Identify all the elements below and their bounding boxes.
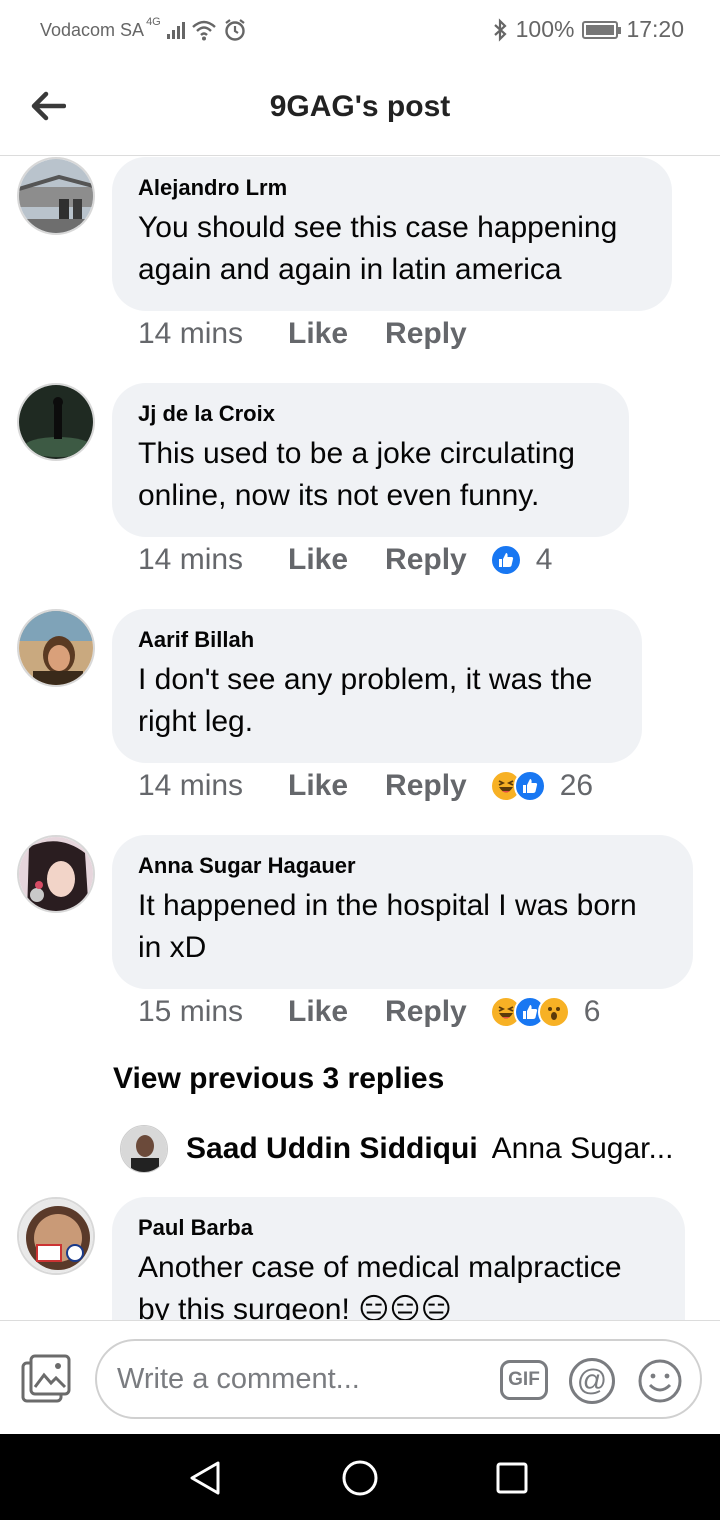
reaction-summary[interactable]: 6	[489, 995, 601, 1029]
view-previous-replies-link[interactable]: View previous 3 replies	[113, 1062, 444, 1096]
comment-bubble[interactable]: Alejandro Lrm You should see this case h…	[112, 157, 672, 311]
comment-actions: 14 mins Like Reply	[138, 317, 504, 351]
status-right: 100% 17:20	[492, 16, 684, 43]
comment-bubble[interactable]: Jj de la Croix This used to be a joke ci…	[112, 383, 629, 537]
post-header: 9GAG's post	[0, 62, 720, 156]
carrier-label: Vodacom SA	[40, 19, 145, 40]
wow-reaction-icon	[537, 996, 570, 1028]
comment-line: You should see this case happening	[138, 211, 618, 244]
square-recents-icon	[496, 1462, 528, 1494]
comment-actions: 15 mins Like Reply 6	[138, 995, 600, 1029]
like-button[interactable]: Like	[288, 317, 348, 351]
like-button[interactable]: Like	[288, 543, 348, 577]
comment-line: It happened in the hospital I was born	[138, 889, 637, 922]
comment-text: I don't see any problem, it was the righ…	[138, 659, 616, 743]
comment-composer: GIF @	[0, 1320, 720, 1434]
page-title: 9GAG's post	[269, 90, 451, 123]
comment-author[interactable]: Aarif Billah	[138, 627, 616, 653]
comment-actions: 14 mins Like Reply 26	[138, 769, 593, 803]
like-reaction-icon	[489, 544, 522, 576]
comment-text: This used to be a joke circulating onlin…	[138, 433, 603, 517]
comment-bubble[interactable]: Anna Sugar Hagauer It happened in the ho…	[112, 835, 693, 989]
comment-time: 14 mins	[138, 543, 244, 576]
reaction-count: 6	[583, 995, 601, 1028]
reply-button[interactable]: Reply	[385, 543, 467, 577]
emoji-button[interactable]	[637, 1358, 683, 1404]
comment-input[interactable]	[117, 1359, 497, 1399]
battery-percent: 100%	[515, 16, 575, 42]
avatar[interactable]	[17, 157, 95, 235]
avatar[interactable]	[17, 383, 95, 461]
comment-line: in xD	[138, 931, 207, 964]
comment-time: 15 mins	[138, 995, 244, 1028]
comment-line: again and again in latin america	[138, 253, 562, 286]
circle-home-icon	[342, 1460, 378, 1496]
comment-text: You should see this case happening again…	[138, 207, 646, 291]
comment-time: 14 mins	[138, 317, 244, 350]
like-reaction-icon	[513, 770, 546, 802]
comment-text: It happened in the hospital I was born i…	[138, 885, 667, 969]
comment-line: right leg.	[138, 705, 254, 738]
comments-feed[interactable]: Alejandro Lrm You should see this case h…	[0, 157, 720, 1320]
smiley-icon	[638, 1359, 682, 1403]
gif-button[interactable]: GIF	[500, 1360, 548, 1400]
comment-line: by this surgeon! 😑😑😑	[138, 1293, 452, 1320]
battery-level	[586, 24, 615, 35]
reaction-count: 26	[559, 769, 594, 802]
photo-button[interactable]	[20, 1353, 72, 1405]
alarm-icon	[225, 19, 245, 41]
comment-line: Another case of medical malpractice	[138, 1251, 622, 1284]
battery-icon	[582, 20, 622, 39]
network-type: 4G	[146, 16, 161, 28]
comment-text: Another case of medical malpractice by t…	[138, 1247, 659, 1320]
reaction-summary[interactable]: 4	[489, 543, 553, 577]
nav-recents-button[interactable]	[490, 1456, 534, 1500]
reaction-summary[interactable]: 26	[489, 769, 594, 803]
comment-author[interactable]: Paul Barba	[138, 1215, 659, 1241]
comment-author[interactable]: Anna Sugar Hagauer	[138, 853, 667, 879]
like-button[interactable]: Like	[288, 769, 348, 803]
system-nav-bar	[0, 1434, 720, 1520]
comment-actions: 14 mins Like Reply 4	[138, 543, 552, 577]
comment-author[interactable]: Alejandro Lrm	[138, 175, 646, 201]
like-button[interactable]: Like	[288, 995, 348, 1029]
mention-button[interactable]: @	[569, 1358, 615, 1404]
status-left: Vodacom SA 4G	[40, 16, 247, 42]
comment-bubble[interactable]: Aarif Billah I don't see any problem, it…	[112, 609, 642, 763]
nav-home-button[interactable]	[338, 1456, 382, 1500]
avatar[interactable]	[17, 835, 95, 913]
comment-line: This used to be a joke circulating	[138, 437, 575, 470]
comment-line: I don't see any problem, it was the	[138, 663, 593, 696]
reply-preview[interactable]: Saad Uddin Siddiqui Anna Sugar...	[120, 1125, 680, 1173]
triangle-back-icon	[190, 1461, 220, 1495]
photo-gallery-icon	[21, 1354, 71, 1403]
comment-time: 14 mins	[138, 769, 244, 802]
bluetooth-icon	[493, 17, 507, 42]
clock: 17:20	[626, 16, 684, 42]
reply-snippet: Anna Sugar...	[491, 1132, 674, 1165]
reaction-count: 4	[535, 543, 553, 576]
comment-bubble[interactable]: Paul Barba Another case of medical malpr…	[112, 1197, 685, 1320]
comment-input-container[interactable]: GIF @	[95, 1339, 702, 1419]
avatar[interactable]	[17, 1197, 95, 1275]
signal-icon	[166, 21, 185, 39]
status-bar: Vodacom SA 4G 100% 17:20	[0, 0, 720, 62]
comment-line: online, now its not even funny.	[138, 479, 540, 512]
comment-author[interactable]: Jj de la Croix	[138, 401, 603, 427]
reply-button[interactable]: Reply	[385, 769, 467, 803]
avatar[interactable]	[17, 609, 95, 687]
wifi-icon	[191, 20, 216, 41]
reply-button[interactable]: Reply	[385, 995, 467, 1029]
reply-avatar[interactable]	[120, 1125, 168, 1173]
reply-author[interactable]: Saad Uddin Siddiqui	[186, 1132, 478, 1166]
nav-back-button[interactable]	[184, 1456, 228, 1500]
reply-button[interactable]: Reply	[385, 317, 467, 351]
